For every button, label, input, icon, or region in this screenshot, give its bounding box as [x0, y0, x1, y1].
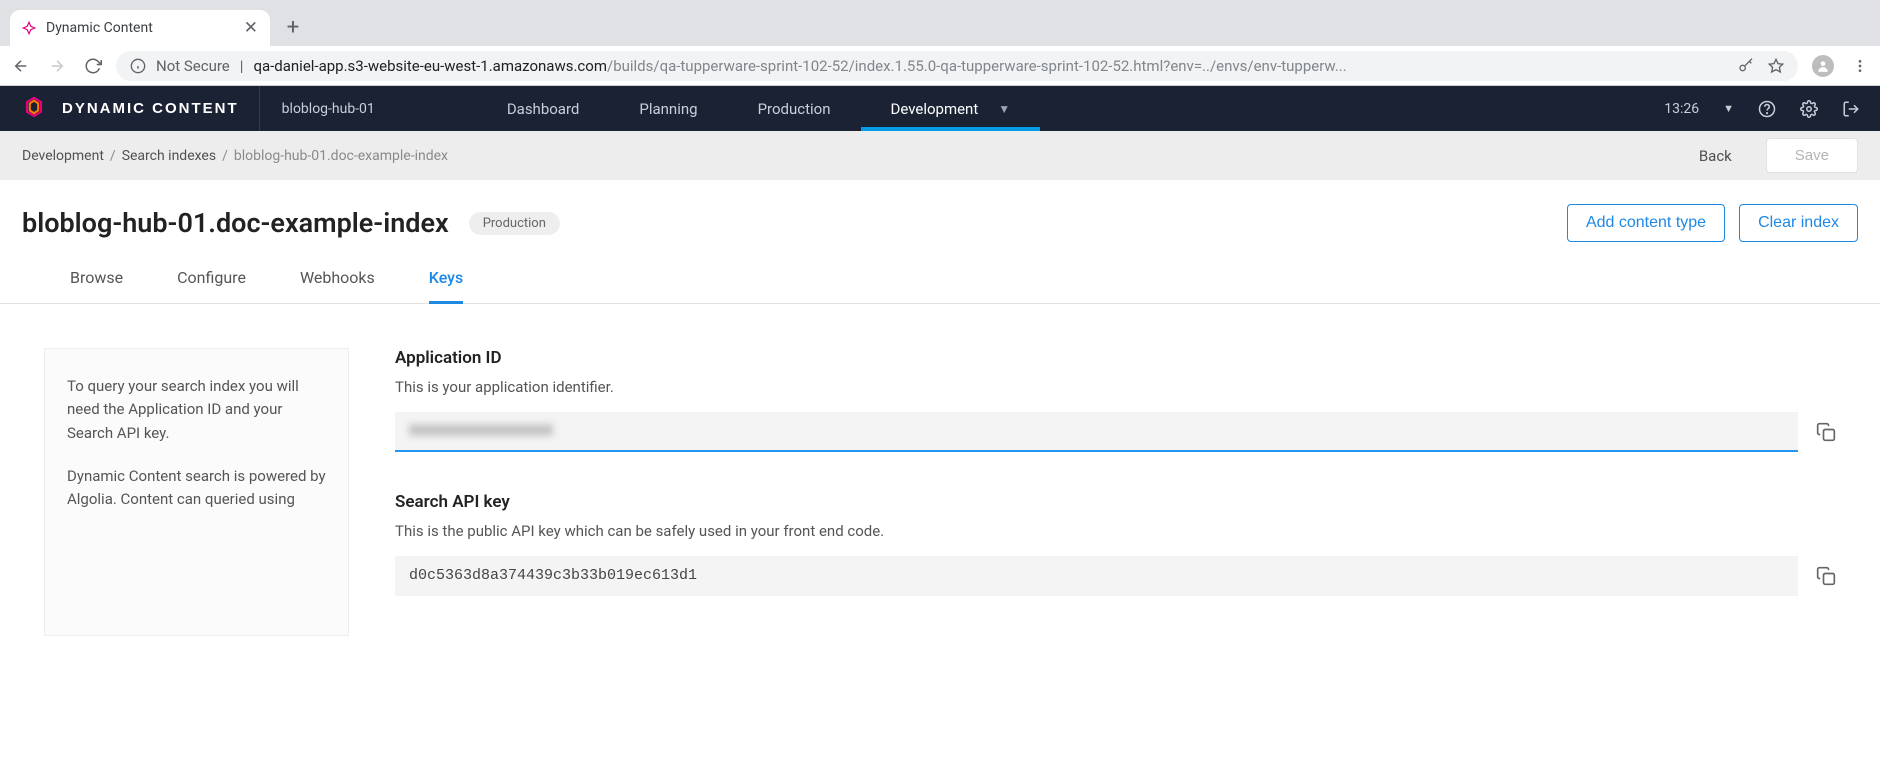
separator: |	[240, 57, 244, 75]
favicon-icon	[22, 21, 36, 35]
help-icon[interactable]	[1758, 100, 1776, 118]
hub-name: bloblog-hub-01	[260, 101, 397, 117]
nav-tab-label: Development	[891, 100, 979, 118]
brand-logo-icon	[20, 95, 48, 123]
app-nav: DYNAMIC CONTENT bloblog-hub-01 Dashboard…	[0, 86, 1880, 131]
nav-tab-development[interactable]: Development ▼	[861, 86, 1041, 131]
gear-icon[interactable]	[1800, 100, 1818, 118]
clock-time: 13:26	[1664, 101, 1699, 117]
brand[interactable]: DYNAMIC CONTENT	[0, 86, 260, 131]
nav-tab-production[interactable]: Production	[728, 86, 861, 131]
subtab-keys[interactable]: Keys	[429, 268, 463, 304]
forward-icon	[48, 57, 66, 75]
info-card: To query your search index you will need…	[44, 348, 349, 636]
page-body: To query your search index you will need…	[0, 304, 1880, 636]
kebab-menu-icon[interactable]	[1852, 58, 1868, 74]
back-icon[interactable]	[12, 57, 30, 75]
back-button[interactable]: Back	[1699, 147, 1732, 165]
application-id-field[interactable]: XXXXXXXXXXXXXXXX	[395, 412, 1798, 452]
close-tab-icon[interactable]: ✕	[244, 20, 258, 37]
save-button: Save	[1766, 138, 1858, 173]
application-id-value: XXXXXXXXXXXXXXXX	[409, 423, 553, 440]
main-content: Application ID This is your application …	[395, 348, 1836, 636]
info-text: Dynamic Content search is powered by Alg…	[67, 465, 326, 512]
browser-tab[interactable]: Dynamic Content ✕	[10, 10, 270, 46]
clear-index-button[interactable]: Clear index	[1739, 204, 1858, 242]
section-description: This is your application identifier.	[395, 378, 1836, 396]
breadcrumb-item[interactable]: Development	[22, 148, 104, 164]
url-text: qa-daniel-app.s3-website-eu-west-1.amazo…	[253, 57, 1346, 75]
copy-icon[interactable]	[1816, 566, 1836, 586]
security-status: Not Secure	[156, 57, 230, 75]
api-key-field[interactable]: d0c5363d8a374439c3b33b019ec613d1	[395, 556, 1798, 596]
address-bar[interactable]: Not Secure | qa-daniel-app.s3-website-eu…	[116, 51, 1798, 81]
application-id-section: Application ID This is your application …	[395, 348, 1836, 452]
logout-icon[interactable]	[1842, 100, 1860, 118]
breadcrumb-item[interactable]: Search indexes	[122, 148, 216, 164]
site-info-icon[interactable]	[130, 58, 146, 74]
reload-icon[interactable]	[84, 57, 102, 75]
subtab-browse[interactable]: Browse	[70, 268, 123, 303]
browser-tab-strip: Dynamic Content ✕ +	[0, 0, 1880, 46]
breadcrumb-bar: Development / Search indexes / bloblog-h…	[0, 131, 1880, 180]
copy-icon[interactable]	[1816, 422, 1836, 442]
breadcrumb-current: bloblog-hub-01.doc-example-index	[234, 148, 448, 164]
status-badge: Production	[469, 212, 560, 235]
api-key-value: d0c5363d8a374439c3b33b019ec613d1	[409, 567, 697, 584]
section-title: Search API key	[395, 492, 1836, 512]
section-description: This is the public API key which can be …	[395, 522, 1836, 540]
new-tab-button[interactable]: +	[278, 15, 308, 46]
search-api-key-section: Search API key This is the public API ke…	[395, 492, 1836, 596]
chevron-down-icon: ▼	[998, 102, 1010, 116]
nav-tabs: Dashboard Planning Production Developmen…	[477, 86, 1040, 131]
bookmark-star-icon[interactable]	[1768, 58, 1784, 74]
brand-text: DYNAMIC CONTENT	[62, 100, 239, 117]
breadcrumb-separator: /	[222, 148, 228, 164]
nav-tab-dashboard[interactable]: Dashboard	[477, 86, 610, 131]
add-content-type-button[interactable]: Add content type	[1567, 204, 1725, 242]
key-icon[interactable]	[1738, 58, 1754, 74]
subtab-configure[interactable]: Configure	[177, 268, 246, 303]
page-header: bloblog-hub-01.doc-example-index Product…	[0, 180, 1880, 242]
section-title: Application ID	[395, 348, 1836, 368]
tab-title: Dynamic Content	[46, 20, 234, 36]
profile-avatar-icon[interactable]	[1812, 55, 1834, 77]
page-title: bloblog-hub-01.doc-example-index	[22, 207, 449, 239]
subtabs: Browse Configure Webhooks Keys	[0, 242, 1880, 304]
breadcrumb-separator: /	[110, 148, 116, 164]
chevron-down-icon[interactable]: ▼	[1723, 102, 1734, 115]
nav-tab-planning[interactable]: Planning	[609, 86, 727, 131]
subtab-webhooks[interactable]: Webhooks	[300, 268, 375, 303]
info-text: To query your search index you will need…	[67, 375, 326, 445]
browser-toolbar: Not Secure | qa-daniel-app.s3-website-eu…	[0, 46, 1880, 86]
